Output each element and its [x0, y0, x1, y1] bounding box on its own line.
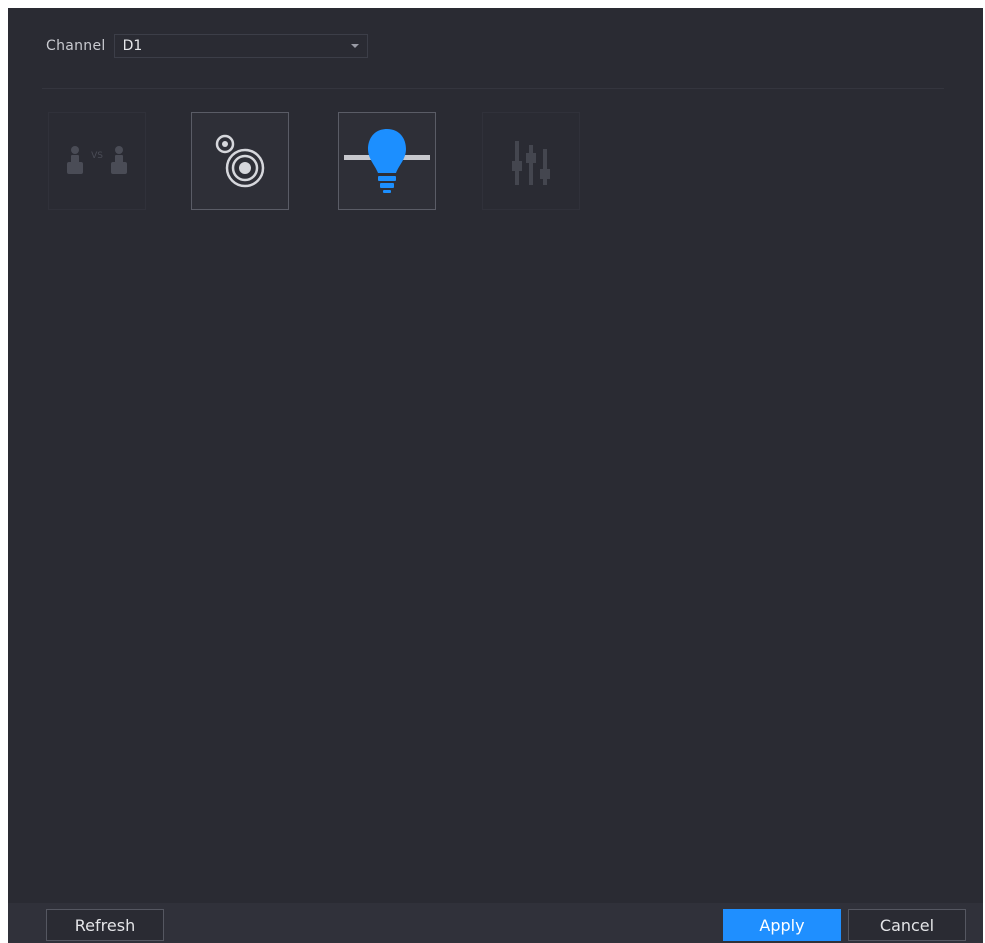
equalizer-icon	[512, 141, 550, 185]
channel-row: Channel D1	[46, 34, 368, 58]
equalizer-tile[interactable]	[482, 112, 580, 210]
channel-select-value: D1	[122, 38, 143, 54]
people-counting-tile[interactable]: VS	[48, 112, 146, 210]
refresh-button[interactable]: Refresh	[46, 909, 164, 941]
focus-target-tile[interactable]	[191, 112, 289, 210]
channel-select[interactable]: D1	[113, 34, 368, 58]
focus-target-icon	[215, 134, 265, 188]
svg-text:VS: VS	[91, 151, 103, 161]
lightbulb-icon	[344, 129, 430, 193]
device-config-panel: Channel D1 VS Refresh Apply Cancel	[8, 8, 983, 943]
people-counting-icon: VS	[67, 146, 127, 174]
divider	[42, 88, 944, 89]
cancel-button[interactable]: Cancel	[848, 909, 966, 941]
apply-button[interactable]: Apply	[723, 909, 841, 941]
channel-label: Channel	[46, 38, 106, 54]
chevron-down-icon	[350, 44, 359, 48]
bottom-action-bar: Refresh Apply Cancel	[8, 903, 983, 943]
lightbulb-tile[interactable]	[338, 112, 436, 210]
